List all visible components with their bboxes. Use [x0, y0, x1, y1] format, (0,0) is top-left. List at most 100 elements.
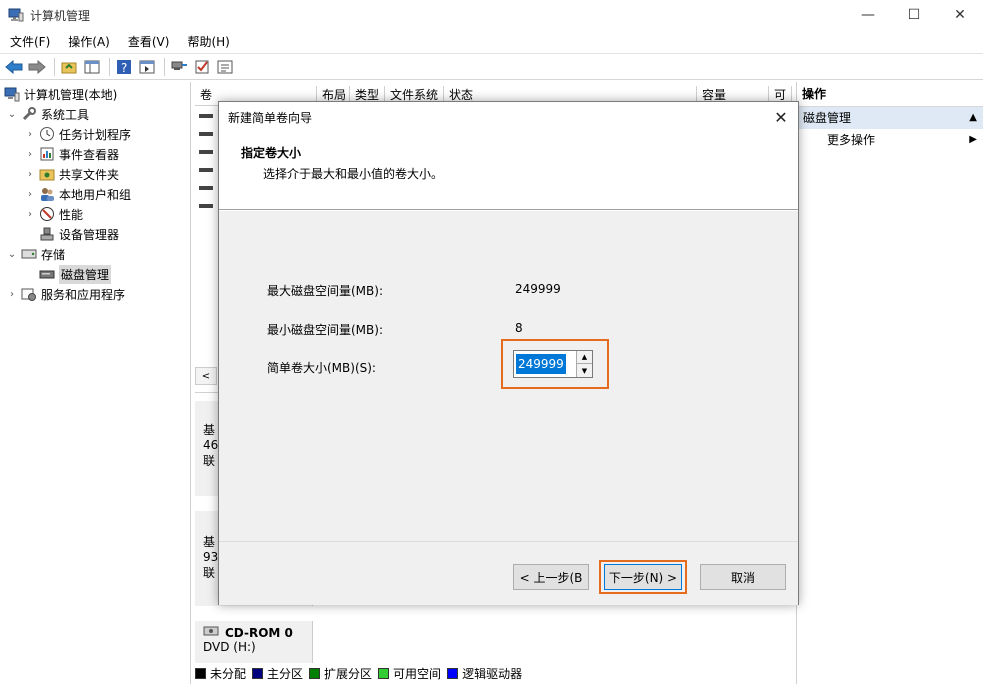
legend-logical: 逻辑驱动器 [447, 665, 522, 682]
forward-arrow-icon [28, 59, 46, 74]
close-icon: ✕ [954, 7, 966, 23]
more-actions-item[interactable]: 更多操作 ▶ [797, 129, 983, 151]
actions-header: 操作 [797, 82, 983, 107]
tree-item-device-manager[interactable]: 设备管理器 [39, 224, 119, 244]
tree-item-root[interactable]: 计算机管理(本地) [4, 84, 117, 104]
close-button[interactable]: ✕ [937, 0, 983, 30]
legend-unallocated: 未分配 [195, 665, 246, 682]
legend-label: 可用空间 [393, 666, 442, 681]
stepper-up-button[interactable]: ▲ [577, 351, 592, 364]
tree-label: 存储 [41, 247, 66, 262]
tree-label: 磁盘管理 [59, 264, 112, 284]
up-folder-button[interactable] [59, 57, 79, 77]
legend-free-space: 可用空间 [378, 665, 441, 682]
performance-icon [39, 206, 55, 222]
menu-action[interactable]: 操作(A) [58, 33, 118, 50]
window-title: 计算机管理 [30, 8, 91, 23]
volume-row[interactable] [199, 186, 213, 190]
tree-item-storage[interactable]: ⌄ 存储 [6, 244, 65, 264]
tree-item-event-viewer[interactable]: › 事件查看器 [24, 144, 119, 164]
volume-row[interactable] [199, 168, 213, 172]
legend-extended: 扩展分区 [309, 665, 372, 682]
tree-label: 计算机管理(本地) [24, 87, 118, 102]
legend-swatch [309, 667, 321, 679]
chevron-right-icon[interactable]: › [24, 169, 36, 180]
computer-management-icon [8, 8, 24, 22]
help-button[interactable]: ? [114, 57, 134, 77]
properties-button[interactable] [215, 57, 235, 77]
show-panel-button[interactable] [137, 57, 157, 77]
storage-icon [21, 246, 37, 262]
cancel-button[interactable]: 取消 [700, 564, 786, 590]
legend-swatch [195, 667, 206, 679]
check-icon [195, 60, 209, 73]
toolbar-separator [164, 57, 165, 76]
tree-item-performance[interactable]: › 性能 [24, 204, 83, 224]
console-tree: 计算机管理(本地) ⌄ 系统工具 › 任务计划程序 › 事件查看器 › 共享文件… [0, 82, 191, 684]
volume-row[interactable] [199, 204, 213, 208]
dialog-title: 新建简单卷向导 [228, 110, 313, 125]
back-button[interactable] [4, 57, 24, 77]
chevron-right-icon[interactable]: › [24, 149, 36, 160]
legend-primary: 主分区 [252, 665, 303, 682]
check-button[interactable] [192, 57, 212, 77]
next-button[interactable]: 下一步(N) > [604, 564, 682, 590]
dialog-heading: 指定卷大小 [241, 146, 302, 160]
chevron-right-icon[interactable]: › [24, 209, 36, 220]
chevron-right-icon[interactable]: › [24, 189, 36, 200]
volume-size-label: 简单卷大小(MB)(S): [267, 361, 376, 375]
forward-button[interactable] [27, 57, 47, 77]
volume-size-input[interactable]: 249999 [516, 354, 566, 374]
volume-size-stepper[interactable]: 249999 ▲ ▼ [513, 350, 593, 378]
dialog-footer: < 上一步(B 下一步(N) > 取消 [219, 541, 798, 605]
title-bar: 计算机管理 — ☐ ✕ [0, 0, 983, 30]
back-button[interactable]: < 上一步(B [513, 564, 589, 590]
toolbar: ? [0, 53, 983, 80]
tree-item-local-users[interactable]: › 本地用户和组 [24, 184, 131, 204]
legend-label: 未分配 [210, 666, 247, 681]
legend-label: 主分区 [267, 666, 304, 681]
menu-file[interactable]: 文件(F) [0, 33, 58, 50]
new-simple-volume-wizard: 新建简单卷向导 ✕ 指定卷大小 选择介于最大和最小值的卷大小。 最大磁盘空间量(… [218, 101, 799, 605]
tree-item-services[interactable]: › 服务和应用程序 [6, 284, 125, 304]
stepper-down-button[interactable]: ▼ [577, 364, 592, 377]
volume-row[interactable] [199, 132, 213, 136]
chevron-down-icon[interactable]: ⌄ [6, 249, 18, 260]
actions-section-disk-management[interactable]: 磁盘管理 ▲ [797, 107, 983, 129]
chevron-right-icon[interactable]: › [24, 129, 36, 140]
menu-help[interactable]: 帮助(H) [177, 33, 237, 50]
volume-row[interactable] [199, 150, 213, 154]
cdrom-icon [203, 625, 219, 640]
tools-icon [21, 106, 37, 122]
toolbar-separator [54, 57, 55, 76]
console-tree-button[interactable] [82, 57, 102, 77]
services-icon [21, 286, 37, 302]
connect-button[interactable] [169, 57, 189, 77]
tree-label: 系统工具 [41, 107, 90, 122]
tree-label: 设备管理器 [59, 227, 120, 242]
min-size-label: 最小磁盘空间量(MB): [267, 323, 383, 337]
submenu-arrow-icon: ▶ [969, 134, 977, 145]
max-size-value: 249999 [515, 282, 561, 296]
minimize-button[interactable]: — [845, 0, 891, 30]
clock-icon [39, 126, 55, 142]
volume-row[interactable] [199, 114, 213, 118]
tree-item-disk-management[interactable]: 磁盘管理 [39, 264, 112, 284]
chevron-down-icon[interactable]: ⌄ [6, 109, 18, 120]
legend-swatch [447, 667, 459, 679]
dialog-close-button[interactable]: ✕ [764, 102, 798, 132]
chevron-right-icon[interactable]: › [6, 289, 18, 300]
chevron-left-icon: < [201, 370, 211, 382]
shared-folder-icon [39, 166, 55, 182]
dialog-title-bar: 新建简单卷向导 ✕ [219, 102, 798, 132]
dialog-header: 指定卷大小 选择介于最大和最小值的卷大小。 [219, 132, 798, 210]
tree-item-task-scheduler[interactable]: › 任务计划程序 [24, 124, 131, 144]
maximize-button[interactable]: ☐ [891, 0, 937, 30]
tree-item-system-tools[interactable]: ⌄ 系统工具 [6, 104, 89, 124]
scroll-left-button[interactable]: < [195, 367, 217, 385]
menu-view[interactable]: 查看(V) [118, 33, 178, 50]
tree-item-shared-folders[interactable]: › 共享文件夹 [24, 164, 119, 184]
legend-label: 扩展分区 [324, 666, 373, 681]
device-manager-icon [39, 226, 55, 242]
cdrom-label[interactable]: CD-ROM 0 DVD (H:) [195, 621, 313, 663]
